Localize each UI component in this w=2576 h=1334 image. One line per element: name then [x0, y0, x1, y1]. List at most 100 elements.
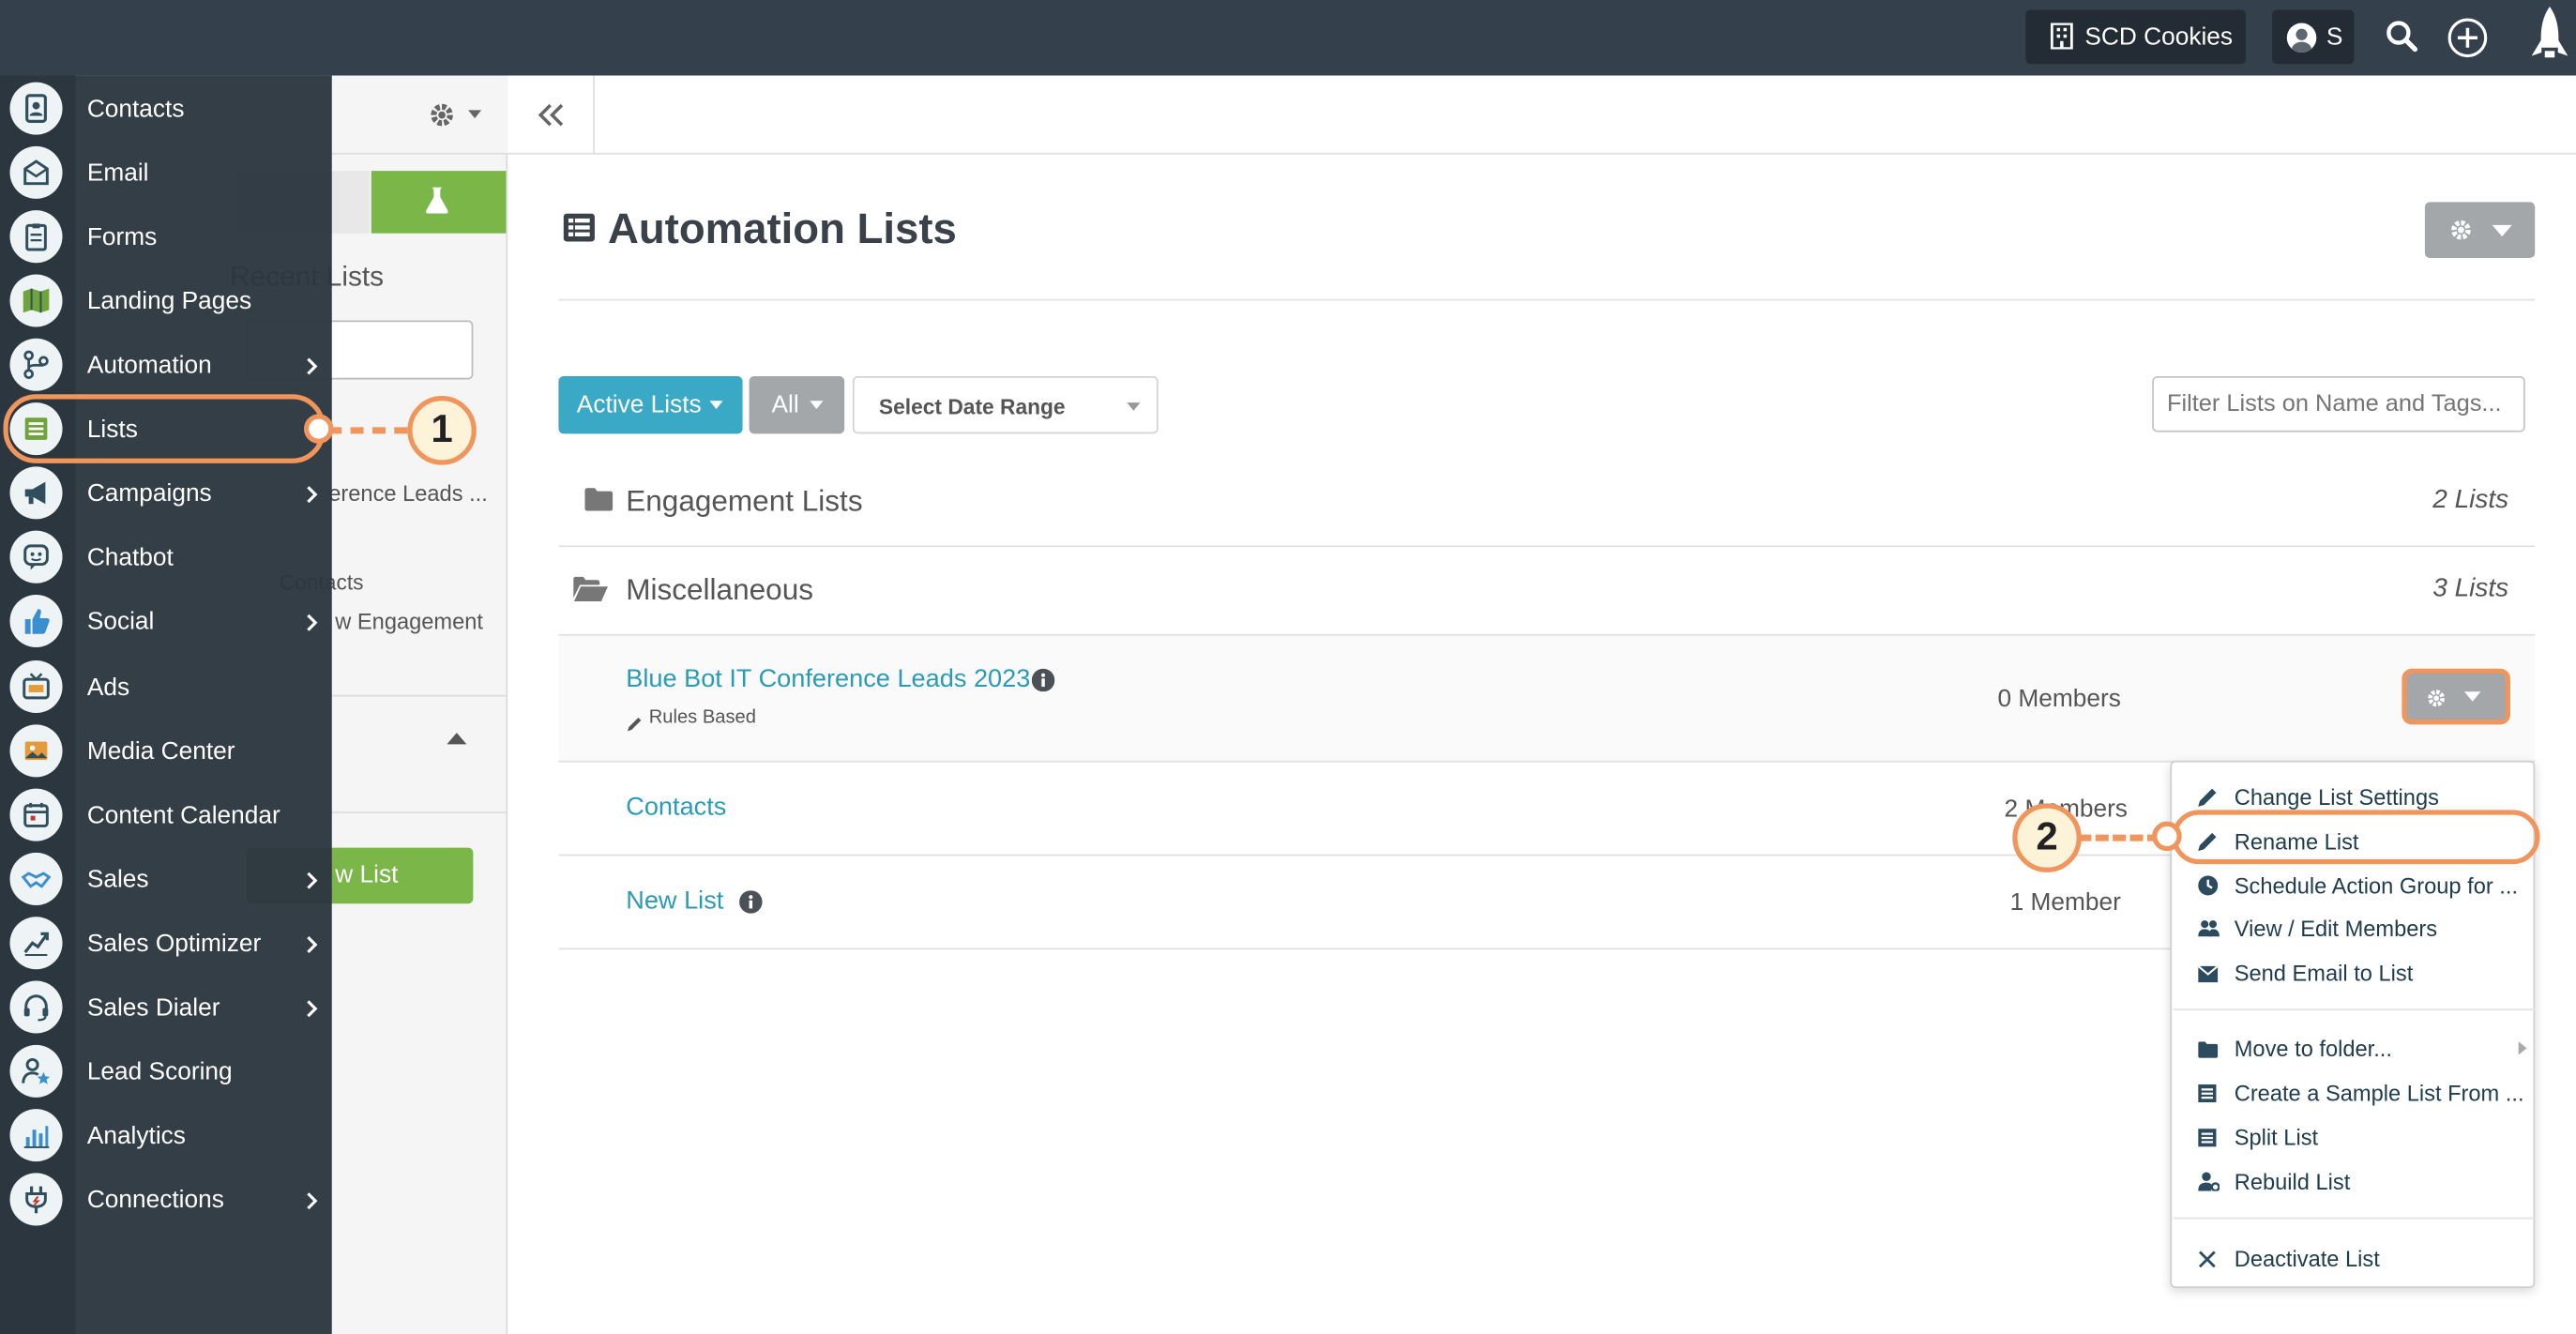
- recent-list-item[interactable]: w Engagement: [335, 610, 483, 634]
- panel-header: [328, 75, 508, 155]
- gear-icon[interactable]: [429, 102, 455, 129]
- chevron-down-icon[interactable]: [468, 110, 482, 119]
- user-menu[interactable]: S: [2272, 9, 2355, 65]
- sidebar-item-label: Contacts: [86, 95, 185, 124]
- list-name-link[interactable]: Contacts: [626, 794, 726, 824]
- account-switcher[interactable]: SCD Cookies: [2025, 9, 2246, 65]
- sidebar-item-automation[interactable]: Automation: [0, 334, 332, 398]
- menu-item-label: Change List Settings: [2234, 784, 2439, 810]
- sidebar-item-social[interactable]: Social: [0, 591, 332, 655]
- folder-engagement-lists[interactable]: Engagement Lists: [626, 485, 862, 520]
- chart-up-icon: [9, 916, 63, 969]
- sidebar-item-label: Ads: [86, 673, 130, 701]
- filter-lists-search-input[interactable]: [2152, 376, 2525, 432]
- tv-icon: [9, 659, 63, 713]
- panel-tab-3[interactable]: [371, 171, 507, 234]
- add-icon[interactable]: [2447, 17, 2488, 58]
- sidebar-item-label: Sales Dialer: [86, 993, 220, 1022]
- user-initial: S: [2326, 23, 2343, 52]
- double-chevron-left-icon: [538, 102, 568, 129]
- clock-icon: [2198, 875, 2219, 896]
- callout-badge-2: 2: [2012, 803, 2082, 872]
- close-icon: [2198, 1249, 2218, 1268]
- list-name-link[interactable]: Blue Bot IT Conference Leads 2023: [626, 665, 1030, 695]
- chevron-right-icon: [306, 997, 319, 1023]
- menu-item-schedule-action-group[interactable]: Schedule Action Group for ...: [2172, 864, 2537, 907]
- contacts-icon: [9, 82, 63, 135]
- all-filter-label: All: [771, 390, 799, 419]
- sidebar-item-label: Chatbot: [86, 544, 174, 573]
- sidebar-item-landing-pages[interactable]: Landing Pages: [0, 270, 332, 334]
- list-tag: Rules Based: [648, 707, 756, 728]
- member-count: 0 Members: [1997, 685, 2121, 714]
- sidebar-item-email[interactable]: Email: [0, 142, 332, 205]
- chevron-down-icon: [2492, 224, 2512, 237]
- sidebar-item-content-calendar[interactable]: Content Calendar: [0, 783, 332, 847]
- sidebar-item-label: Forms: [86, 223, 158, 252]
- media-icon: [9, 723, 63, 777]
- date-range-select[interactable]: Select Date Range: [852, 376, 1159, 434]
- list-icon: [2198, 1127, 2218, 1147]
- sidebar-item-label: Landing Pages: [86, 287, 252, 316]
- chevron-right-icon: [306, 356, 319, 382]
- rocket-icon[interactable]: [2525, 4, 2575, 69]
- title-divider: [558, 298, 2536, 301]
- list-actions-button[interactable]: [2406, 674, 2506, 720]
- sidebar-item-label: Email: [86, 159, 149, 188]
- menu-item-split-list[interactable]: Split List: [2172, 1115, 2537, 1159]
- chevron-right-icon: [306, 1190, 319, 1216]
- callout-highlight-rename: [2172, 810, 2540, 865]
- menu-item-label: Deactivate List: [2234, 1246, 2380, 1271]
- menu-item-move-to-folder[interactable]: Move to folder...: [2172, 1027, 2537, 1070]
- folder-open-icon: [573, 576, 608, 601]
- menu-item-rebuild-list[interactable]: Rebuild List: [2172, 1160, 2537, 1203]
- chevron-down-icon: [1127, 402, 1141, 411]
- users-icon: [2198, 918, 2220, 938]
- folder-miscellaneous[interactable]: Miscellaneous: [626, 573, 813, 608]
- pencil-icon: [627, 710, 643, 732]
- forms-icon: [9, 210, 63, 264]
- folder-icon: [584, 488, 614, 511]
- sidebar-item-ads[interactable]: Ads: [0, 655, 332, 719]
- sidebar-item-forms[interactable]: Forms: [0, 205, 332, 269]
- panel-divider: [328, 694, 508, 697]
- menu-item-send-email[interactable]: Send Email to List: [2172, 951, 2537, 994]
- list-name-link[interactable]: New List: [626, 887, 723, 917]
- page-settings-button[interactable]: [2424, 202, 2536, 258]
- callout-highlight-lists: [3, 394, 326, 463]
- sidebar-item-sales-dialer[interactable]: Sales Dialer: [0, 976, 332, 1039]
- active-lists-dropdown[interactable]: Active Lists: [558, 376, 743, 434]
- info-icon[interactable]: [1031, 668, 1055, 692]
- sidebar-item-lead-scoring[interactable]: Lead Scoring: [0, 1039, 332, 1103]
- sidebar-item-campaigns[interactable]: Campaigns: [0, 462, 332, 526]
- sidebar-item-label: Automation: [86, 352, 212, 380]
- chevron-right-icon: [2518, 1041, 2527, 1055]
- caret-up-icon[interactable]: [447, 733, 467, 745]
- sidebar-item-connections[interactable]: Connections: [0, 1168, 332, 1232]
- search-icon[interactable]: [2384, 18, 2423, 57]
- sidebar-item-sales-optimizer[interactable]: Sales Optimizer: [0, 912, 332, 976]
- menu-item-label: Move to folder...: [2234, 1036, 2392, 1061]
- menu-item-create-sample-list[interactable]: Create a Sample List From ...: [2172, 1071, 2537, 1114]
- collapse-panel-button[interactable]: [508, 75, 595, 155]
- sidebar-item-media-center[interactable]: Media Center: [0, 719, 332, 782]
- all-filter-dropdown[interactable]: All: [749, 376, 845, 434]
- sidebar-item-analytics[interactable]: Analytics: [0, 1104, 332, 1168]
- sidebar-item-chatbot[interactable]: Chatbot: [0, 526, 332, 590]
- sidebar-item-label: Sales: [86, 865, 149, 894]
- sidebar-item-label: Sales Optimizer: [86, 929, 262, 958]
- map-icon: [9, 274, 63, 327]
- list-icon: [2198, 1083, 2218, 1103]
- sidebar-item-sales[interactable]: Sales: [0, 847, 332, 911]
- sidebar-item-contacts[interactable]: Contacts: [0, 77, 332, 141]
- menu-item-view-edit-members[interactable]: View / Edit Members: [2172, 907, 2537, 950]
- recent-list-item[interactable]: erence Leads ...: [328, 481, 488, 506]
- headset-icon: [9, 980, 63, 1034]
- menu-divider: [2173, 1217, 2536, 1220]
- info-icon[interactable]: [739, 890, 763, 914]
- chevron-down-icon: [709, 401, 723, 410]
- sidebar-item-label: Analytics: [86, 1122, 186, 1150]
- menu-item-deactivate-list[interactable]: Deactivate List: [2172, 1237, 2537, 1281]
- new-list-label: w List: [335, 860, 399, 889]
- chevron-right-icon: [306, 869, 319, 895]
